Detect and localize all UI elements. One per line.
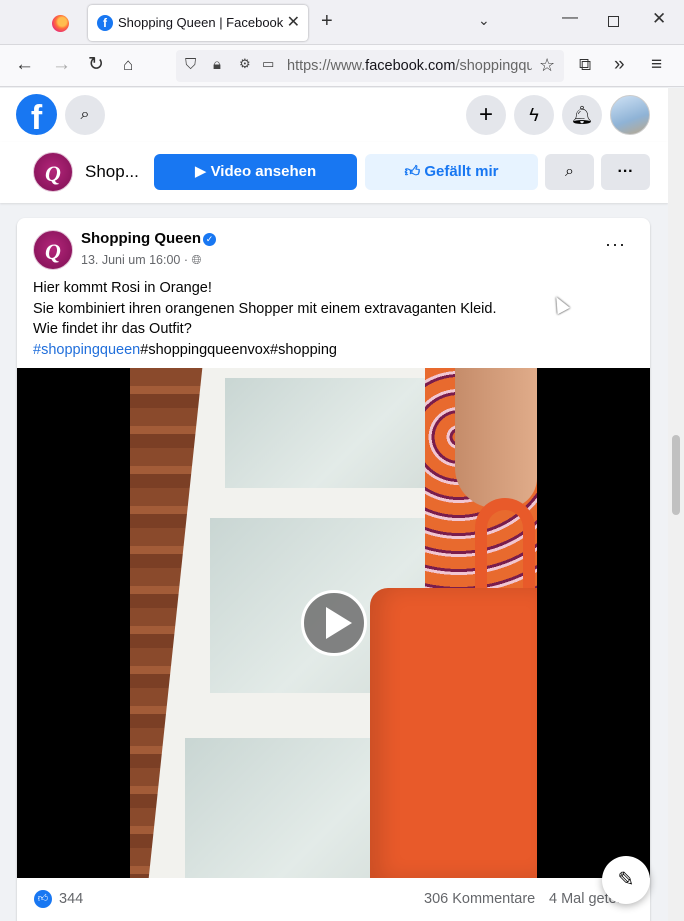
- glass-pane: [225, 378, 445, 488]
- like-count[interactable]: 344: [59, 891, 83, 907]
- shopping-queen-logo[interactable]: Q: [33, 152, 73, 192]
- back-icon[interactable]: ←: [15, 53, 34, 77]
- notifications-bell-icon[interactable]: 🔔︎: [562, 95, 602, 135]
- hamburger-menu-icon[interactable]: ≡: [651, 53, 662, 77]
- search-icon[interactable]: ⌕: [65, 95, 105, 135]
- post-line: Sie kombiniert ihren orangenen Shopper m…: [33, 300, 497, 317]
- play-button[interactable]: [301, 590, 367, 656]
- shield-icon[interactable]: ⛉: [185, 56, 196, 73]
- overflow-menu-icon[interactable]: »: [614, 53, 625, 77]
- like-page-label: Gefällt mir: [424, 163, 499, 180]
- post-text: Hier kommt Rosi in Orange! Sie kombinier…: [33, 278, 496, 360]
- video-icon: ▶: [194, 163, 207, 180]
- post-date[interactable]: 13. Juni um 16:00 ·: [81, 253, 188, 267]
- new-tab-icon[interactable]: +: [321, 10, 333, 33]
- hashtag-link[interactable]: #shoppingqueen: [33, 342, 140, 358]
- camera-blocked-icon[interactable]: ▭: [262, 56, 274, 72]
- home-icon[interactable]: ⌂: [123, 53, 133, 77]
- like-reaction-icon[interactable]: 👍︎: [34, 890, 52, 908]
- video-player[interactable]: [17, 368, 650, 878]
- window-close-button[interactable]: ✕: [652, 9, 666, 29]
- permissions-icon[interactable]: ⚙: [239, 56, 251, 72]
- post-meta: 13. Juni um 16:00 · 🌐︎: [81, 253, 202, 268]
- url-text[interactable]: https://www.facebook.com/shoppingque: [287, 58, 532, 74]
- watch-video-label: Video ansehen: [210, 163, 317, 180]
- browser-nav-bar: ← → ↻ ⌂ ⛉ 🔒︎ ⚙ ▭ https://www.facebook.co…: [0, 45, 684, 87]
- like-page-button[interactable]: 👍︎ Gefällt mir: [365, 154, 538, 190]
- tab-close-icon[interactable]: ✕: [287, 12, 300, 32]
- post-card: Q Shopping Queen ✓ 13. Juni um 16:00 · 🌐…: [17, 218, 650, 921]
- list-all-tabs-icon[interactable]: ⌄: [478, 12, 490, 29]
- reload-icon[interactable]: ↻: [88, 53, 104, 77]
- messenger-icon[interactable]: ϟ: [514, 95, 554, 135]
- page-search-button[interactable]: ⌕: [545, 154, 594, 190]
- post-options-icon[interactable]: ···: [605, 234, 626, 255]
- page-header-strip: Q Shop... ▶ Video ansehen 👍︎ Gefällt mir…: [0, 142, 668, 203]
- post-line: Wie findet ihr das Outfit?: [33, 321, 192, 337]
- scroll-thumb[interactable]: [672, 435, 680, 515]
- watch-video-button[interactable]: ▶ Video ansehen: [154, 154, 357, 190]
- arm: [455, 368, 537, 508]
- tab-title: Shopping Queen | Facebook: [118, 15, 284, 30]
- globe-icon: 🌐︎: [191, 253, 202, 267]
- comment-count[interactable]: 306 Kommentare: [424, 891, 535, 907]
- browser-tab-bar: f Shopping Queen | Facebook ✕ + ⌄ — ✕: [0, 0, 684, 45]
- hashtags-rest[interactable]: #shoppingqueenvox#shopping: [140, 342, 337, 358]
- post-author[interactable]: Shopping Queen: [81, 230, 201, 247]
- bookmark-star-icon[interactable]: ☆: [539, 53, 555, 77]
- play-icon: [326, 607, 352, 639]
- thumbs-up-icon: 👍︎: [404, 163, 421, 180]
- facebook-favicon-icon: f: [97, 15, 113, 31]
- reactions-bar: 👍︎ 344 306 Kommentare 4 Mal geteilt: [17, 878, 650, 920]
- page-scrollbar[interactable]: [668, 88, 684, 921]
- profile-avatar[interactable]: [610, 95, 650, 135]
- orange-bag: [370, 588, 537, 878]
- browser-tab-active[interactable]: f Shopping Queen | Facebook ✕: [88, 5, 308, 41]
- window-minimize-button[interactable]: —: [562, 9, 578, 27]
- forward-icon[interactable]: →: [52, 53, 71, 77]
- verified-badge-icon: ✓: [203, 233, 216, 246]
- page-more-button[interactable]: ···: [601, 154, 650, 190]
- page-name[interactable]: Shop...: [85, 162, 139, 182]
- post-hashtags: #shoppingqueen#shoppingqueenvox#shopping: [33, 340, 496, 361]
- facebook-logo-icon[interactable]: f: [16, 94, 57, 135]
- url-bar[interactable]: ⛉ 🔒︎ ⚙ ▭ https://www.facebook.com/shoppi…: [176, 50, 564, 82]
- window-maximize-button[interactable]: [608, 16, 619, 27]
- create-plus-icon[interactable]: +: [466, 95, 506, 135]
- extensions-icon[interactable]: ⧉: [579, 53, 591, 77]
- facebook-header: f ⌕ + ϟ 🔔︎: [0, 88, 668, 142]
- post-line: Hier kommt Rosi in Orange!: [33, 280, 212, 296]
- lock-icon[interactable]: 🔒︎: [213, 56, 221, 73]
- compose-message-icon[interactable]: ✎: [602, 856, 650, 904]
- author-avatar[interactable]: Q: [33, 230, 73, 270]
- firefox-icon[interactable]: [52, 15, 69, 32]
